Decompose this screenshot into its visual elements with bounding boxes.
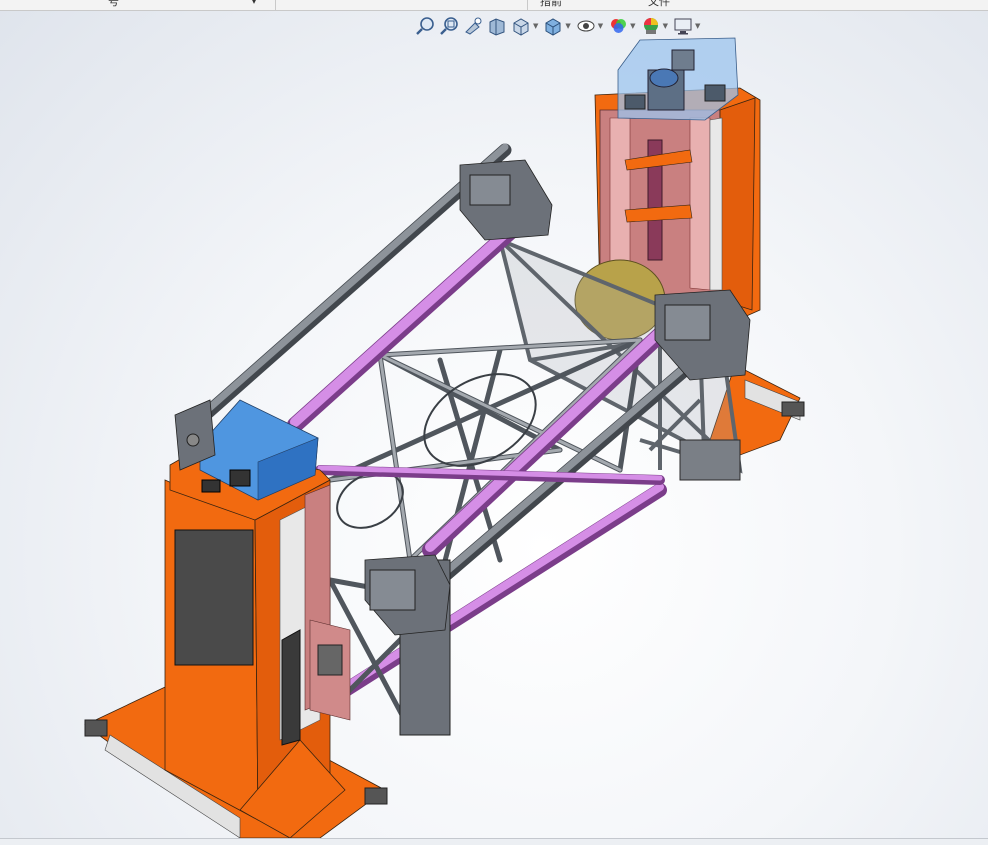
right-lower-block [679, 439, 741, 481]
back-top-bearing-block [459, 159, 553, 241]
front-bearing-block [364, 554, 451, 636]
right-top-motor-housing [617, 37, 739, 121]
assembly-model-view[interactable] [0, 0, 988, 845]
control-cabinet-panel [174, 529, 254, 666]
status-bar [0, 838, 988, 845]
left-column [164, 479, 351, 839]
